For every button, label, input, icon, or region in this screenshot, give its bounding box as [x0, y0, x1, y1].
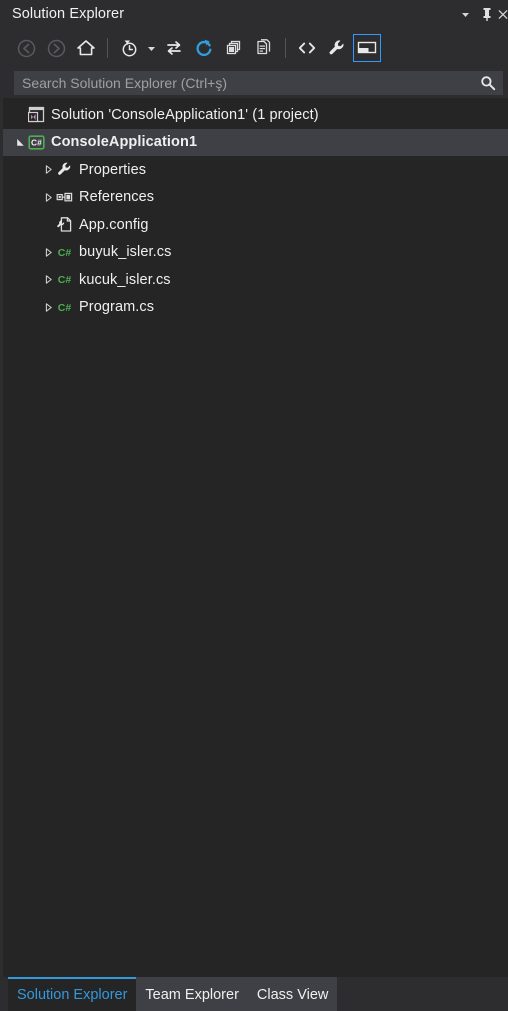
sync-arrows-icon[interactable]: [160, 34, 188, 62]
csharp-file-icon: C#: [55, 243, 73, 261]
tree-item-label: buyuk_isler.cs: [79, 244, 172, 261]
toolbar-separator-2: [285, 38, 286, 58]
svg-text:C#: C#: [31, 137, 42, 147]
caret-down-icon[interactable]: [145, 34, 158, 62]
tab-solution-explorer[interactable]: Solution Explorer: [8, 977, 137, 1011]
tab-team-explorer[interactable]: Team Explorer: [136, 977, 248, 1011]
csharp-file-icon: C#: [55, 271, 73, 289]
twisty-expanded-icon[interactable]: [14, 136, 27, 149]
tree-item-label: ConsoleApplication1: [51, 134, 198, 151]
tab-label: Solution Explorer: [17, 987, 128, 1003]
twisty-collapsed-icon[interactable]: [42, 273, 55, 286]
solution-tree[interactable]: Solution 'ConsoleApplication1' (1 projec…: [0, 98, 508, 977]
chevron-down-icon[interactable]: [454, 1, 476, 27]
tab-label: Class View: [256, 987, 329, 1003]
svg-text:C#: C#: [57, 247, 71, 259]
solution-explorer-toolbar: [0, 28, 508, 68]
tab-class-view[interactable]: Class View: [247, 977, 338, 1011]
tree-item-kucuk-isler-cs[interactable]: C# kucuk_isler.cs: [3, 266, 508, 294]
search-bar: [0, 68, 508, 98]
twisty-collapsed-icon[interactable]: [42, 191, 55, 204]
tree-item-label: Solution 'ConsoleApplication1' (1 projec…: [51, 106, 319, 123]
show-all-files-icon[interactable]: [250, 34, 278, 62]
page-title: Solution Explorer: [12, 6, 125, 22]
twisty-collapsed-icon[interactable]: [42, 163, 55, 176]
solution-explorer-panel: Solution Explorer Search Solution Explor…: [0, 0, 508, 1011]
tree-item-label: References: [79, 189, 155, 206]
back-arrow-icon[interactable]: [12, 34, 40, 62]
panel-title-bar: Solution Explorer: [0, 0, 508, 28]
preview-pane-icon[interactable]: [353, 34, 381, 62]
search-box[interactable]: [14, 71, 503, 95]
tree-item-label: Program.cs: [79, 299, 155, 316]
clock-filter-icon[interactable]: [115, 34, 143, 62]
twisty-placeholder: [42, 218, 55, 231]
tree-item-label: Properties: [79, 161, 147, 178]
tree-item-buyuk-isler-cs[interactable]: C# buyuk_isler.cs: [3, 239, 508, 267]
refresh-icon[interactable]: [190, 34, 218, 62]
references-icon: [55, 188, 73, 206]
tree-item-solution[interactable]: Solution 'ConsoleApplication1' (1 projec…: [3, 101, 508, 129]
tree-item-project[interactable]: C# ConsoleApplication1: [3, 128, 508, 156]
inactive-tab-group: Team Explorer Class View: [136, 977, 338, 1011]
code-brackets-icon[interactable]: [293, 34, 321, 62]
csharp-file-icon: C#: [55, 298, 73, 316]
tree-item-label: kucuk_isler.cs: [79, 271, 171, 288]
home-icon[interactable]: [72, 34, 100, 62]
wrench-icon[interactable]: [323, 34, 351, 62]
pin-icon[interactable]: [476, 1, 498, 27]
twisty-collapsed-icon[interactable]: [42, 301, 55, 314]
tab-label: Team Explorer: [145, 987, 239, 1003]
tree-item-program-cs[interactable]: C# Program.cs: [3, 294, 508, 322]
search-input[interactable]: [22, 73, 478, 93]
wrench-icon: [55, 161, 73, 179]
svg-text:C#: C#: [57, 274, 71, 286]
tab-bar-filler: [337, 977, 508, 1011]
tree-item-app-config[interactable]: App.config: [3, 211, 508, 239]
tree-item-label: App.config: [79, 216, 149, 233]
tree-item-properties[interactable]: Properties: [3, 156, 508, 184]
toolbar-separator-1: [107, 38, 108, 58]
forward-arrow-icon[interactable]: [42, 34, 70, 62]
solution-icon: [27, 106, 45, 124]
tool-window-tab-bar: Solution Explorer Team Explorer Class Vi…: [0, 977, 508, 1011]
twisty-collapsed-icon[interactable]: [42, 246, 55, 259]
twisty-placeholder: [14, 108, 27, 121]
search-icon[interactable]: [478, 72, 498, 94]
collapse-all-icon[interactable]: [220, 34, 248, 62]
tree-item-references[interactable]: References: [3, 184, 508, 212]
csharp-project-icon: C#: [27, 133, 45, 151]
svg-text:C#: C#: [57, 302, 71, 314]
close-icon[interactable]: [498, 1, 508, 27]
config-file-icon: [55, 216, 73, 234]
